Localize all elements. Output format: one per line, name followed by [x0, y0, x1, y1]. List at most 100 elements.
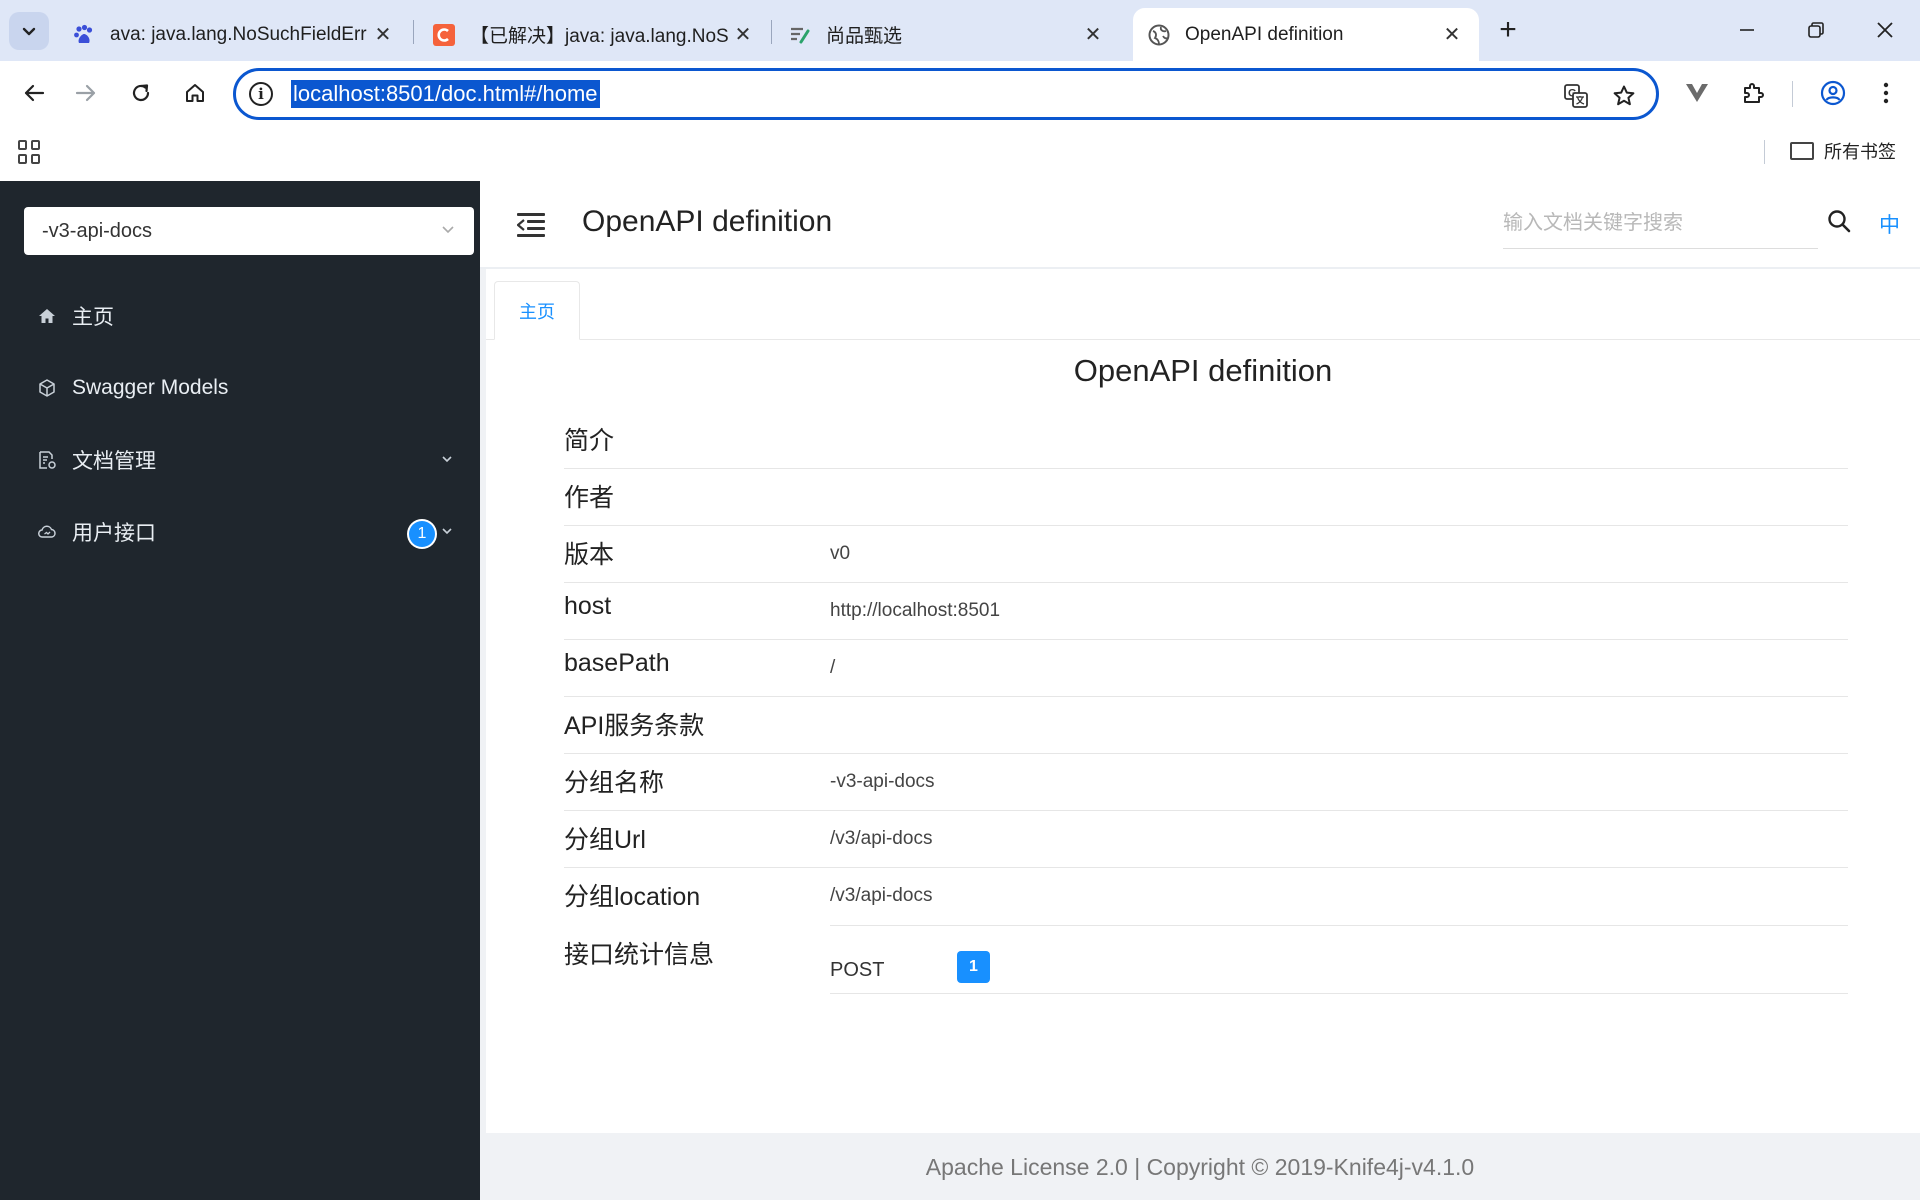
- row-value: /v3/api-docs: [830, 828, 933, 849]
- paw-icon: [72, 23, 96, 47]
- info-row-group-url: 分组Url /v3/api-docs: [564, 810, 1920, 868]
- browser-tab-bar: ava: java.lang.NoSuchFieldErr ✕ 【已解决】jav…: [0, 0, 1920, 61]
- close-icon: [1877, 22, 1893, 38]
- info-row-description: 简介: [564, 411, 1920, 469]
- note-icon: [788, 23, 812, 47]
- back-button[interactable]: [14, 73, 54, 113]
- close-icon[interactable]: ✕: [1439, 22, 1465, 48]
- browser-tab-active[interactable]: OpenAPI definition ✕: [1133, 8, 1479, 61]
- app-header: OpenAPI definition 中: [480, 181, 1920, 269]
- row-label: host: [564, 592, 612, 620]
- sidebar: -v3-api-docs 主页 Swagger Models 文档管理 用户接口…: [0, 181, 480, 1200]
- toolbar-separator: [1792, 81, 1793, 107]
- forward-button[interactable]: [66, 73, 106, 113]
- info-row-basepath: basePath /: [564, 639, 1920, 697]
- search-icon[interactable]: [1825, 207, 1857, 239]
- star-icon[interactable]: [1609, 81, 1639, 111]
- extensions-puzzle-icon[interactable]: [1733, 73, 1773, 113]
- kebab-menu-icon[interactable]: [1866, 73, 1906, 113]
- sidebar-item-user-api[interactable]: 用户接口 1: [0, 502, 480, 562]
- sidebar-item-label: 文档管理: [72, 450, 156, 473]
- minimize-button[interactable]: [1727, 12, 1767, 48]
- row-value: -v3-api-docs: [830, 771, 935, 792]
- globe-icon: [1147, 23, 1171, 47]
- apps-grid-icon[interactable]: [18, 140, 42, 164]
- doc-search-field[interactable]: [1503, 199, 1818, 249]
- home-icon: [186, 84, 204, 102]
- chevron-down-icon: [440, 452, 454, 471]
- reload-button[interactable]: [121, 73, 161, 113]
- arrow-right-icon: [75, 84, 96, 102]
- doc-settings-icon: [36, 449, 58, 471]
- row-label: 作者: [564, 484, 615, 512]
- all-bookmarks-button[interactable]: 所有书签: [1790, 138, 1896, 164]
- tab-title: ava: java.lang.NoSuchFieldErr: [110, 23, 367, 45]
- footer-copyright: Apache License 2.0 | Copyright © 2019-Kn…: [480, 1134, 1920, 1200]
- info-row-host: host http://localhost:8501: [564, 582, 1920, 640]
- site-info-icon[interactable]: i: [249, 82, 273, 106]
- content-panel: 主页 OpenAPI definition 简介 作者 版本 v0 host h…: [486, 269, 1920, 1133]
- row-label: 分组名称: [564, 769, 665, 797]
- home-button[interactable]: [175, 73, 215, 113]
- translate-icon[interactable]: G: [1561, 81, 1591, 111]
- close-icon[interactable]: ✕: [370, 22, 396, 48]
- extension-v-icon[interactable]: [1677, 73, 1717, 113]
- browser-toolbar: i localhost:8501/doc.html#/home G: [0, 61, 1920, 126]
- new-tab-button[interactable]: +: [1488, 12, 1528, 48]
- row-label: API服务条款: [564, 712, 705, 740]
- browser-tab-1[interactable]: ava: java.lang.NoSuchFieldErr ✕: [58, 8, 410, 61]
- info-row-author: 作者: [564, 468, 1920, 526]
- tabs-divider: [486, 339, 1920, 340]
- language-switch[interactable]: 中: [1879, 209, 1900, 239]
- row-value: http://localhost:8501: [830, 600, 1001, 621]
- sidebar-item-swagger-models[interactable]: Swagger Models: [0, 358, 480, 418]
- cube-icon: [36, 377, 58, 399]
- address-url[interactable]: localhost:8501/doc.html#/home: [291, 80, 600, 108]
- page-title: OpenAPI definition: [582, 205, 833, 238]
- all-bookmarks-label: 所有书签: [1824, 142, 1896, 162]
- http-method-label: POST: [830, 959, 885, 981]
- reload-icon: [132, 84, 150, 102]
- arrow-left-icon: [24, 84, 45, 102]
- doc-search-input[interactable]: [1503, 212, 1818, 235]
- sidebar-item-label: 用户接口: [72, 522, 156, 545]
- sidebar-item-label: 主页: [72, 306, 114, 329]
- method-count-badge: 1: [957, 951, 990, 983]
- menu-fold-icon[interactable]: [517, 213, 545, 237]
- tab-home[interactable]: 主页: [494, 281, 580, 340]
- info-row-api-stats: 接口统计信息 POST 1: [564, 925, 1920, 1005]
- row-label: 简介: [564, 427, 615, 455]
- restore-button[interactable]: [1796, 12, 1836, 48]
- home-icon: [36, 305, 58, 327]
- browser-tab-2[interactable]: 【已解决】java: java.lang.NoS ✕: [418, 8, 770, 61]
- close-icon[interactable]: ✕: [730, 22, 756, 48]
- tab-separator: [413, 20, 414, 44]
- chevron-down-icon: [22, 27, 36, 36]
- row-label: 分组location: [564, 883, 701, 911]
- address-bar[interactable]: i localhost:8501/doc.html#/home G: [233, 68, 1659, 120]
- count-badge: 1: [409, 521, 435, 547]
- api-group-value: -v3-api-docs: [42, 219, 153, 242]
- api-group-select[interactable]: -v3-api-docs: [24, 207, 474, 255]
- bookmarks-separator: [1764, 140, 1765, 164]
- row-label: 版本: [564, 541, 615, 569]
- c-logo-icon: [432, 23, 456, 47]
- tab-search-button[interactable]: [9, 12, 49, 50]
- sidebar-item-home[interactable]: 主页: [0, 286, 480, 346]
- main-content: 主页 OpenAPI definition 简介 作者 版本 v0 host h…: [480, 269, 1920, 1134]
- doc-title: OpenAPI definition: [1073, 353, 1333, 388]
- row-label: basePath: [564, 649, 670, 677]
- browser-tab-3[interactable]: 尚品甄选 ✕: [774, 8, 1120, 61]
- close-icon[interactable]: ✕: [1080, 22, 1106, 48]
- row-label: 分组Url: [564, 826, 646, 854]
- sidebar-item-doc-management[interactable]: 文档管理: [0, 430, 480, 490]
- info-row-version: 版本 v0: [564, 525, 1920, 583]
- folder-icon: [1790, 142, 1814, 160]
- info-row-group-name: 分组名称 -v3-api-docs: [564, 753, 1920, 811]
- info-row-group-location: 分组location /v3/api-docs: [564, 867, 1920, 925]
- bookmarks-bar: 所有书签: [0, 126, 1920, 181]
- tab-title: 【已解决】java: java.lang.NoS: [470, 26, 729, 47]
- row-value: /v3/api-docs: [830, 885, 933, 906]
- close-window-button[interactable]: [1865, 12, 1905, 48]
- profile-icon[interactable]: [1813, 73, 1853, 113]
